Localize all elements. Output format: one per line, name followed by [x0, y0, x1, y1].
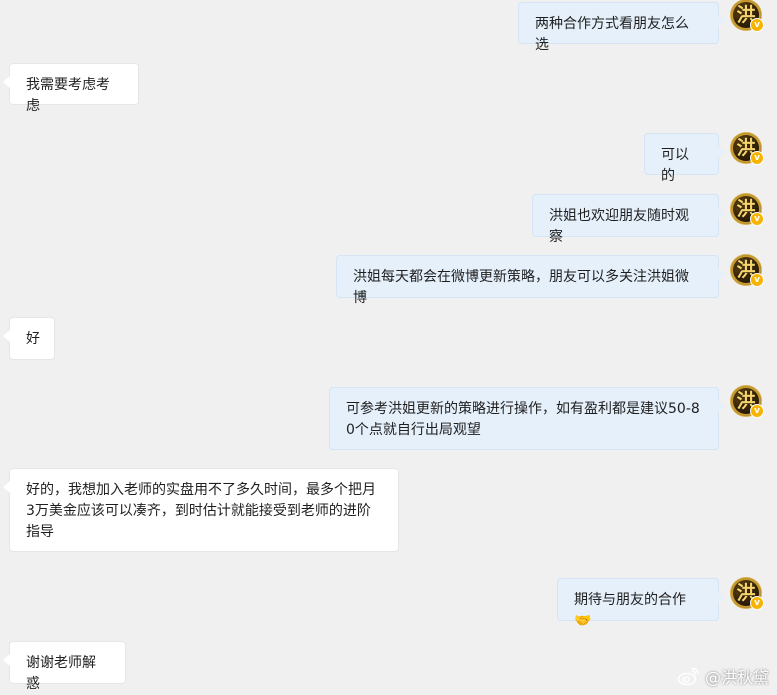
message-bubble[interactable]: 可以的 [644, 133, 725, 184]
message-bubble[interactable]: 我需要考虑考虑 [3, 63, 139, 114]
message-outgoing: 洪姐也欢迎朋友随时观察 洪 v [0, 191, 777, 245]
message-bubble[interactable]: 好 [3, 317, 55, 360]
verified-badge-icon: v [750, 404, 764, 418]
sender-avatar[interactable]: 洪 v [731, 194, 764, 226]
message-text: 两种合作方式看朋友怎么选 [535, 16, 689, 53]
message-incoming: 好的，我想加入老师的实盘用不了多久时间，最多个把月3万美金应该可以凑齐，到时估计… [0, 465, 777, 555]
message-text: 我需要考虑考虑 [26, 77, 110, 114]
message-text: 洪姐每天都会在微博更新策略，朋友可以多关注洪姐微博 [353, 269, 689, 306]
verified-badge-icon: v [750, 212, 764, 226]
message-text: 可参考洪姐更新的策略进行操作，如有盈利都是建议50-80个点就自行出局观望 [346, 401, 700, 438]
message-incoming: 我需要考虑考虑 [0, 60, 777, 114]
message-text: 期待与朋友的合作🤝 [574, 592, 686, 629]
sender-avatar[interactable]: 洪 v [731, 386, 764, 418]
verified-badge-icon: v [750, 18, 764, 32]
verified-badge-icon: v [750, 273, 764, 287]
verified-badge-icon: v [750, 596, 764, 610]
message-bubble[interactable]: 期待与朋友的合作🤝 [557, 578, 725, 629]
sender-avatar[interactable]: 洪 v [731, 578, 764, 610]
sender-avatar[interactable]: 洪 v [731, 0, 764, 32]
sender-avatar[interactable]: 洪 v [731, 255, 764, 287]
message-outgoing: 可以的 洪 v [0, 130, 777, 184]
message-outgoing: 可参考洪姐更新的策略进行操作，如有盈利都是建议50-80个点就自行出局观望 洪 … [0, 384, 777, 454]
message-outgoing: 洪姐每天都会在微博更新策略，朋友可以多关注洪姐微博 洪 v [0, 252, 777, 306]
message-bubble[interactable]: 洪姐也欢迎朋友随时观察 [532, 194, 725, 245]
message-bubble[interactable]: 洪姐每天都会在微博更新策略，朋友可以多关注洪姐微博 [336, 255, 725, 306]
message-bubble[interactable]: 谢谢老师解惑 [3, 641, 126, 692]
message-text: 谢谢老师解惑 [26, 655, 96, 692]
weibo-watermark: @洪秋黛 [677, 664, 769, 688]
message-text: 好的，我想加入老师的实盘用不了多久时间，最多个把月3万美金应该可以凑齐，到时估计… [26, 482, 376, 540]
verified-badge-icon: v [750, 151, 764, 165]
message-incoming: 好 [0, 314, 777, 364]
message-bubble[interactable]: 好的，我想加入老师的实盘用不了多久时间，最多个把月3万美金应该可以凑齐，到时估计… [3, 468, 399, 552]
message-outgoing: 两种合作方式看朋友怎么选 洪 v [0, 0, 777, 53]
message-text: 好 [26, 331, 40, 347]
message-text: 可以的 [661, 147, 689, 184]
chat-window: 两种合作方式看朋友怎么选 洪 v 我需要考虑考虑 可以的 洪 v 洪姐也欢迎朋友… [0, 0, 777, 692]
message-bubble[interactable]: 可参考洪姐更新的策略进行操作，如有盈利都是建议50-80个点就自行出局观望 [329, 387, 725, 450]
message-incoming: 谢谢老师解惑 [0, 638, 777, 692]
message-text: 洪姐也欢迎朋友随时观察 [549, 208, 689, 245]
weibo-icon [677, 666, 701, 686]
watermark-text: @洪秋黛 [704, 668, 769, 687]
message-bubble[interactable]: 两种合作方式看朋友怎么选 [518, 2, 725, 53]
message-outgoing: 期待与朋友的合作🤝 洪 v [0, 575, 777, 629]
sender-avatar[interactable]: 洪 v [731, 133, 764, 165]
